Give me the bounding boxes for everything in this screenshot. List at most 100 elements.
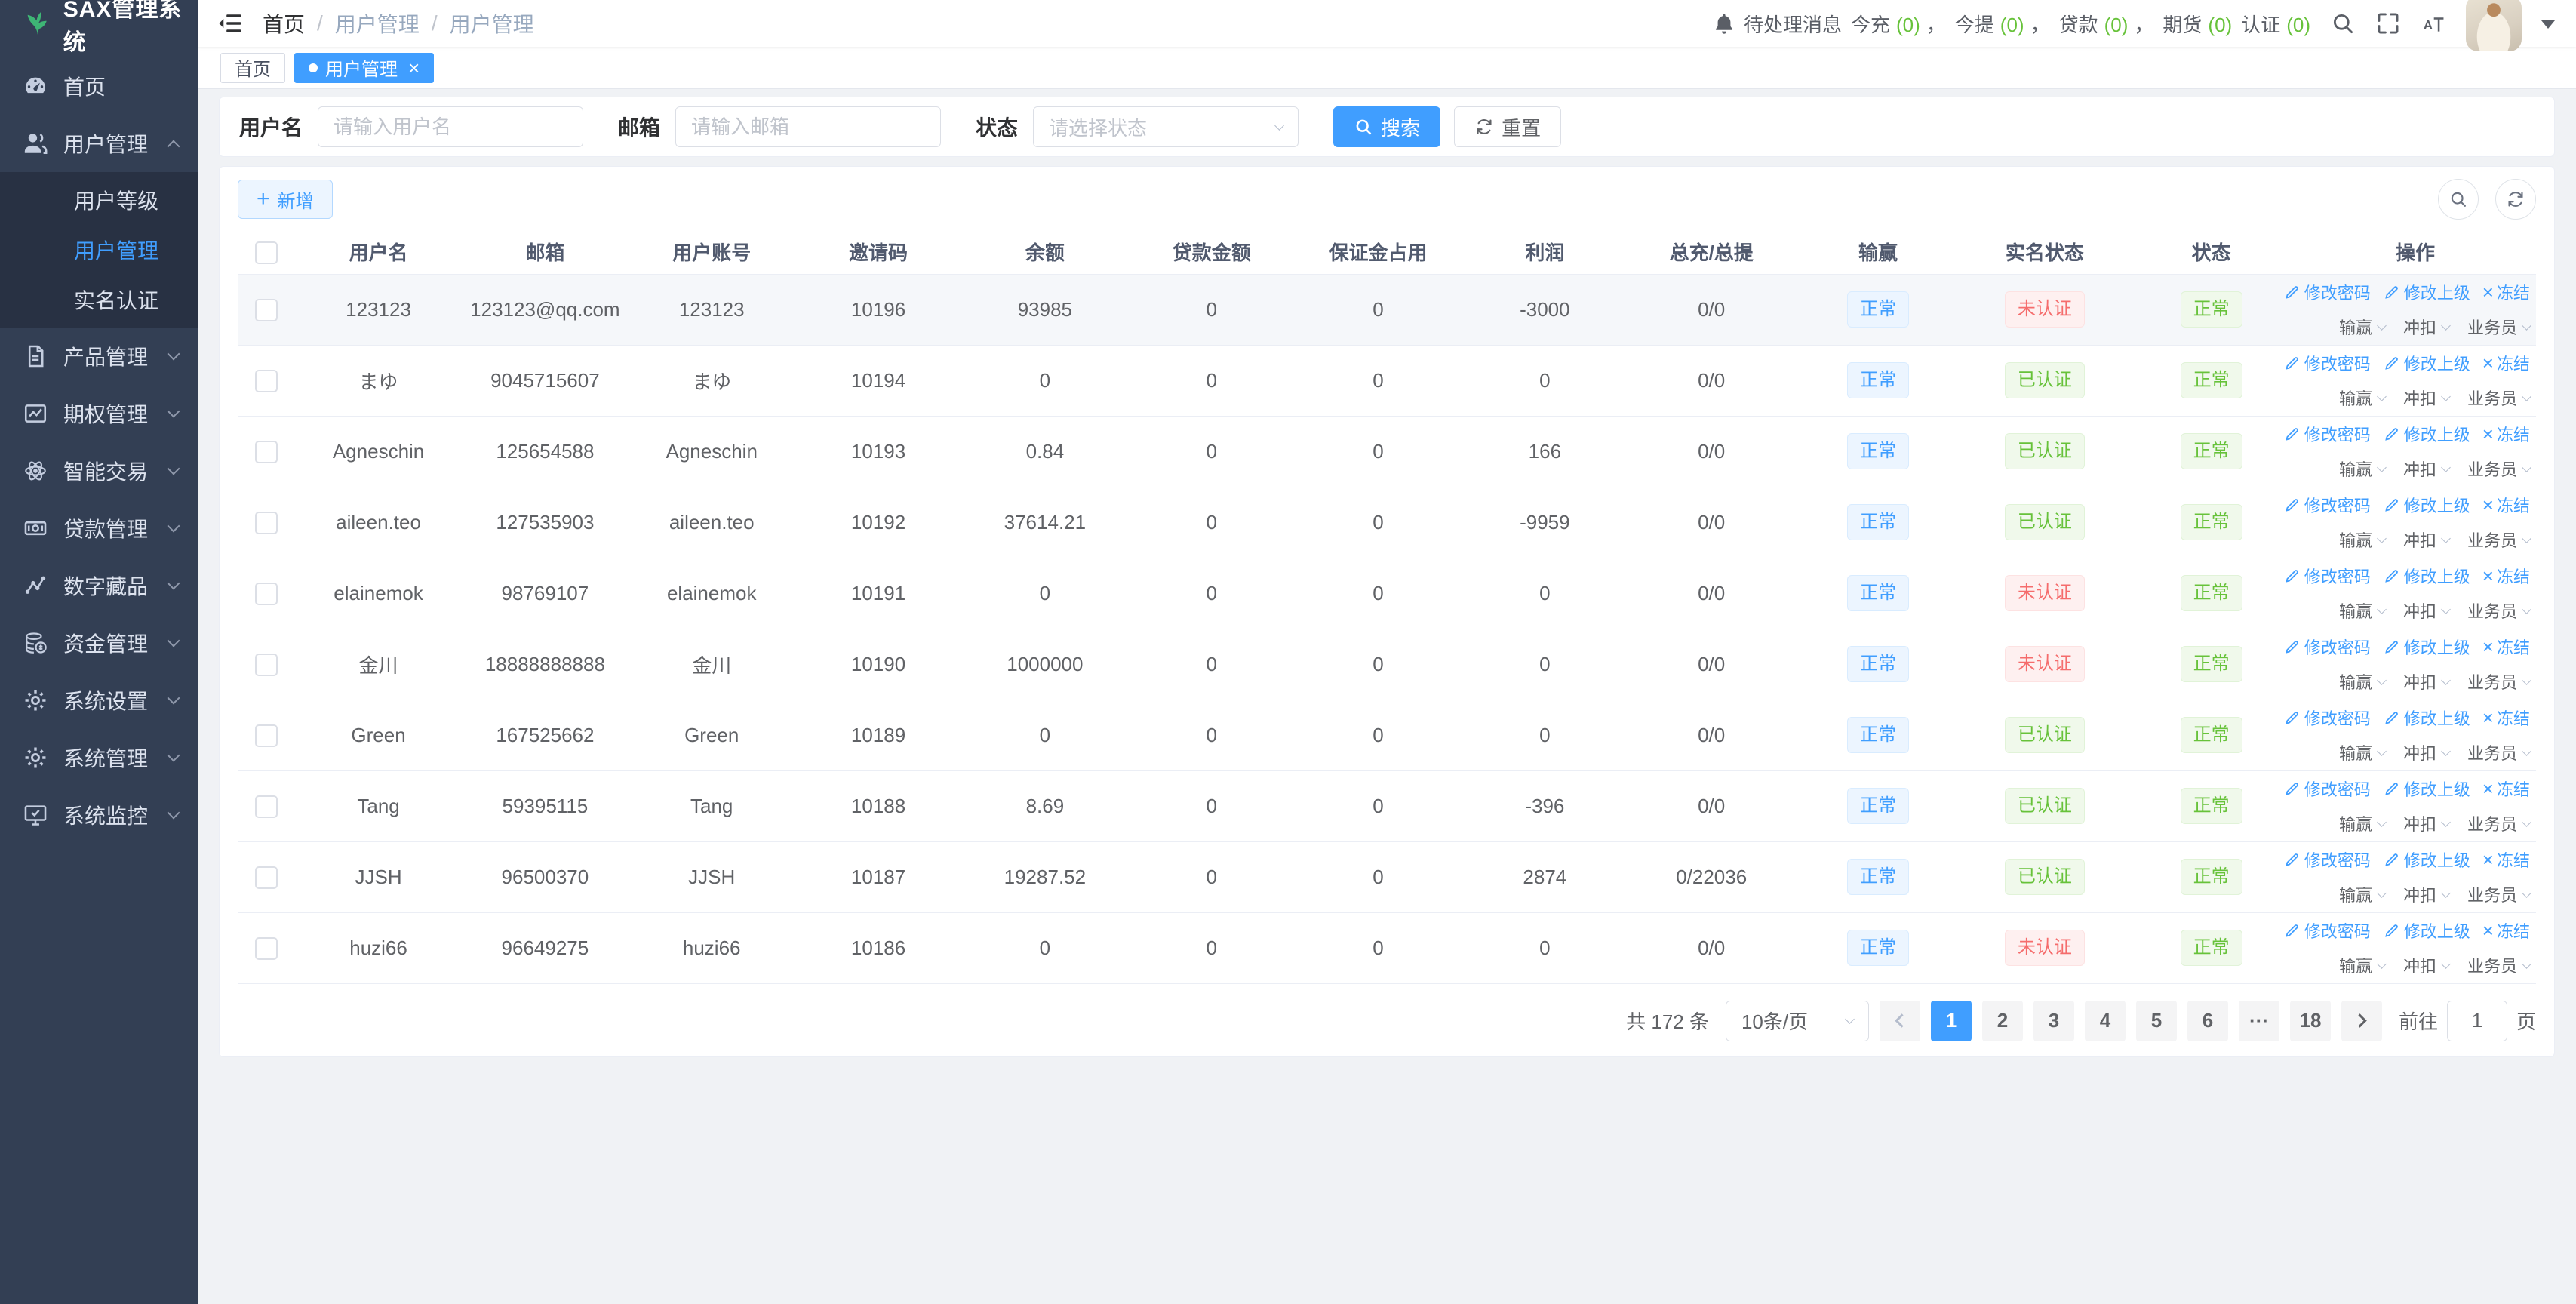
freeze-link[interactable]: × 冻结 [2482, 564, 2530, 588]
action-dropdown-1[interactable]: 冲扣 [2403, 315, 2451, 339]
pagination-page-4[interactable]: 4 [2084, 1000, 2126, 1041]
row-checkbox[interactable] [255, 724, 278, 748]
freeze-link[interactable]: × 冻结 [2482, 280, 2530, 304]
action-dropdown-0[interactable]: 输赢 [2339, 811, 2387, 835]
pagination-more-button[interactable]: ··· [2238, 1000, 2279, 1041]
action-dropdown-1[interactable]: 冲扣 [2403, 882, 2451, 906]
sidebar-subitem-1[interactable]: 用户管理 [0, 225, 198, 275]
action-dropdown-0[interactable]: 输赢 [2339, 315, 2387, 339]
freeze-link[interactable]: × 冻结 [2482, 777, 2530, 801]
sidebar-subitem-2[interactable]: 实名认证 [0, 275, 198, 324]
pagination-page-1[interactable]: 1 [1930, 1000, 1972, 1041]
row-checkbox[interactable] [255, 654, 278, 677]
tab-1[interactable]: 用户管理 × [294, 52, 435, 83]
action-dropdown-2[interactable]: 业务员 [2467, 315, 2531, 339]
action-dropdown-1[interactable]: 冲扣 [2403, 598, 2451, 623]
sidebar-subitem-0[interactable]: 用户等级 [0, 175, 198, 225]
edit-link-1[interactable]: 修改上级 [2383, 351, 2470, 375]
email-input[interactable] [675, 106, 942, 147]
action-dropdown-1[interactable]: 冲扣 [2403, 669, 2451, 694]
pagination-next-button[interactable] [2341, 1000, 2382, 1041]
tab-close-icon[interactable]: × [408, 58, 420, 78]
reset-button[interactable]: 重置 [1454, 106, 1562, 147]
sidebar-item-0[interactable]: 首页 [0, 57, 198, 115]
pagination-page-2[interactable]: 2 [1981, 1000, 2023, 1041]
freeze-link[interactable]: × 冻结 [2482, 918, 2530, 943]
edit-link-1[interactable]: 修改上级 [2383, 777, 2470, 801]
edit-link-0[interactable]: 修改密码 [2283, 564, 2371, 588]
sidebar-item-3[interactable]: 期权管理 [0, 385, 198, 442]
edit-link-0[interactable]: 修改密码 [2283, 777, 2371, 801]
sidebar-item-5[interactable]: 贷款管理 [0, 500, 198, 557]
action-dropdown-0[interactable]: 输赢 [2339, 386, 2387, 410]
search-icon[interactable] [2330, 11, 2356, 36]
font-size-icon[interactable] [2421, 11, 2446, 36]
action-dropdown-2[interactable]: 业务员 [2467, 386, 2531, 410]
sidebar-item-8[interactable]: 系统设置 [0, 672, 198, 729]
tab-0[interactable]: 首页 [220, 52, 285, 83]
row-checkbox[interactable] [255, 370, 278, 393]
freeze-link[interactable]: × 冻结 [2482, 847, 2530, 872]
sidebar-item-10[interactable]: 系统监控 [0, 786, 198, 844]
table-refresh-button[interactable] [2495, 179, 2536, 220]
pagination-page-3[interactable]: 3 [2033, 1000, 2074, 1041]
edit-link-1[interactable]: 修改上级 [2383, 422, 2470, 446]
action-dropdown-2[interactable]: 业务员 [2467, 811, 2531, 835]
action-dropdown-2[interactable]: 业务员 [2467, 953, 2531, 977]
row-checkbox[interactable] [255, 937, 278, 961]
edit-link-1[interactable]: 修改上级 [2383, 706, 2470, 730]
action-dropdown-2[interactable]: 业务员 [2467, 598, 2531, 623]
row-checkbox[interactable] [255, 441, 278, 464]
sidebar-item-7[interactable]: 资金管理 [0, 614, 198, 672]
row-checkbox[interactable] [255, 795, 278, 819]
action-dropdown-0[interactable]: 输赢 [2339, 882, 2387, 906]
column-search-button[interactable] [2438, 179, 2479, 220]
fullscreen-icon[interactable] [2375, 11, 2401, 36]
menu-fold-icon[interactable] [216, 9, 244, 38]
sidebar-item-1[interactable]: 用户管理 [0, 115, 198, 172]
edit-link-0[interactable]: 修改密码 [2283, 351, 2371, 375]
breadcrumb-item[interactable]: 首页 [263, 8, 305, 38]
edit-link-0[interactable]: 修改密码 [2283, 847, 2371, 872]
pagination-prev-button[interactable] [1879, 1000, 1920, 1041]
caret-down-icon[interactable] [2541, 20, 2555, 35]
sidebar-item-9[interactable]: 系统管理 [0, 729, 198, 786]
freeze-link[interactable]: × 冻结 [2482, 635, 2530, 659]
edit-link-0[interactable]: 修改密码 [2283, 635, 2371, 659]
search-button[interactable]: 搜索 [1333, 106, 1441, 147]
pagination-page-6[interactable]: 6 [2187, 1000, 2228, 1041]
action-dropdown-0[interactable]: 输赢 [2339, 527, 2387, 552]
freeze-link[interactable]: × 冻结 [2482, 351, 2530, 375]
edit-link-0[interactable]: 修改密码 [2283, 706, 2371, 730]
action-dropdown-0[interactable]: 输赢 [2339, 740, 2387, 764]
edit-link-0[interactable]: 修改密码 [2283, 280, 2371, 304]
action-dropdown-2[interactable]: 业务员 [2467, 457, 2531, 481]
edit-link-1[interactable]: 修改上级 [2383, 493, 2470, 517]
action-dropdown-2[interactable]: 业务员 [2467, 669, 2531, 694]
goto-page-input[interactable] [2446, 1000, 2507, 1041]
status-select[interactable]: 请选择状态 [1033, 106, 1299, 147]
sidebar-item-6[interactable]: 数字藏品 [0, 557, 198, 614]
breadcrumb-item[interactable]: 用户管理 [335, 8, 420, 38]
action-dropdown-1[interactable]: 冲扣 [2403, 953, 2451, 977]
action-dropdown-1[interactable]: 冲扣 [2403, 386, 2451, 410]
edit-link-0[interactable]: 修改密码 [2283, 493, 2371, 517]
username-input[interactable] [318, 106, 584, 147]
action-dropdown-1[interactable]: 冲扣 [2403, 457, 2451, 481]
edit-link-0[interactable]: 修改密码 [2283, 422, 2371, 446]
edit-link-1[interactable]: 修改上级 [2383, 635, 2470, 659]
action-dropdown-2[interactable]: 业务员 [2467, 882, 2531, 906]
freeze-link[interactable]: × 冻结 [2482, 422, 2530, 446]
add-button[interactable]: + 新增 [238, 180, 333, 219]
freeze-link[interactable]: × 冻结 [2482, 706, 2530, 730]
sidebar-item-2[interactable]: 产品管理 [0, 328, 198, 385]
action-dropdown-0[interactable]: 输赢 [2339, 457, 2387, 481]
edit-link-0[interactable]: 修改密码 [2283, 918, 2371, 943]
row-checkbox[interactable] [255, 512, 278, 535]
action-dropdown-0[interactable]: 输赢 [2339, 598, 2387, 623]
edit-link-1[interactable]: 修改上级 [2383, 280, 2470, 304]
page-size-select[interactable]: 10条/页 [1725, 1000, 1869, 1041]
pagination-page-5[interactable]: 5 [2135, 1000, 2177, 1041]
edit-link-1[interactable]: 修改上级 [2383, 918, 2470, 943]
row-checkbox[interactable] [255, 583, 278, 606]
